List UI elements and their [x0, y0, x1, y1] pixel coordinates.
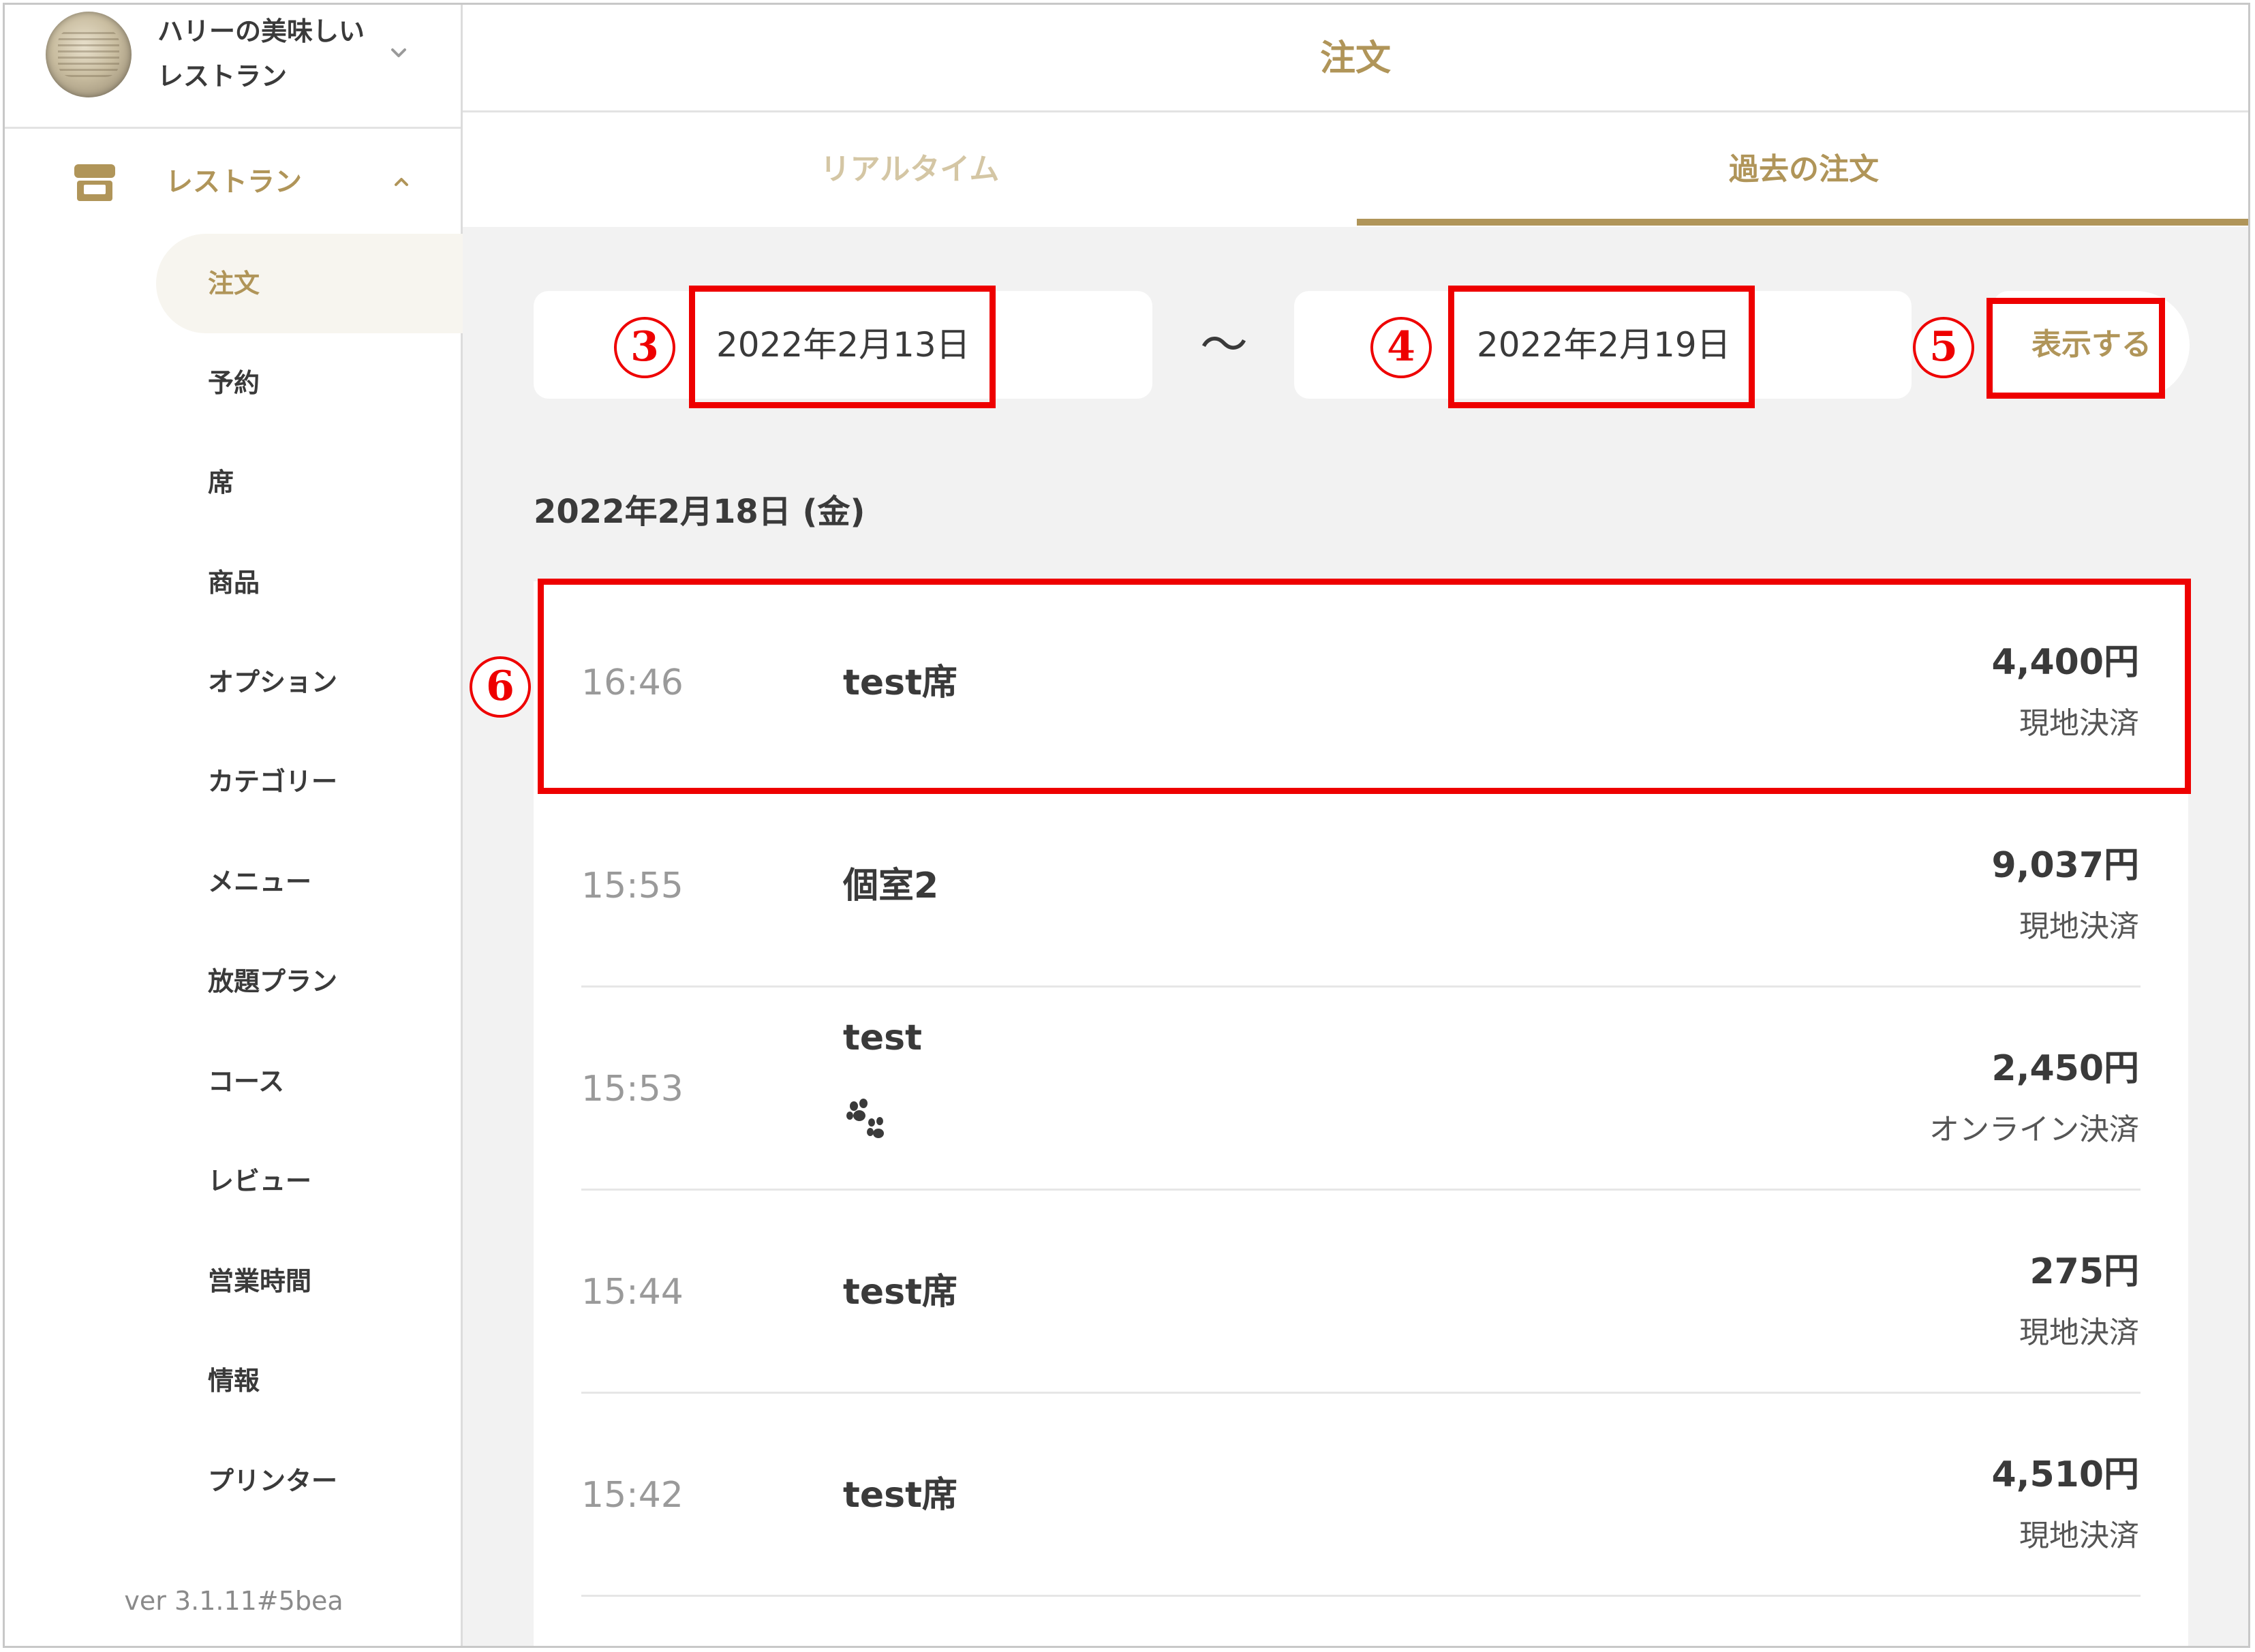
sidebar-item-business-hours[interactable]: 営業時間: [156, 1232, 463, 1331]
sidebar-item-label: 予約: [208, 368, 260, 398]
sidebar: ハリーの美味しいレストラン レストラン 注文 予約 席 商品 オプション カテゴ…: [5, 5, 463, 1646]
sidebar-item-printers[interactable]: プリンター: [156, 1431, 463, 1531]
order-time: 15:53: [581, 1069, 684, 1110]
order-payment: 現地決済: [2019, 909, 2139, 944]
app-version: ver 3.1.11#5bea: [124, 1586, 343, 1616]
order-row[interactable]: 15:53 test 2,450円 オンライン決済: [534, 988, 2188, 1191]
sidebar-item-courses[interactable]: コース: [156, 1032, 463, 1131]
active-tab-indicator: [1357, 219, 2248, 226]
order-amount: 275円: [2029, 1251, 2139, 1292]
order-seat: test席: [843, 1272, 957, 1313]
annotation-number-4: 4: [1370, 317, 1432, 378]
app-window: ハリーの美味しいレストラン レストラン 注文 予約 席 商品 オプション カテゴ…: [3, 3, 2250, 1648]
row-divider: [581, 1595, 2141, 1597]
sidebar-section-restaurant[interactable]: レストラン: [5, 155, 461, 211]
highlight-first-order: [538, 579, 2191, 794]
sidebar-item-categories[interactable]: カテゴリー: [156, 732, 463, 831]
store-icon: [74, 164, 115, 201]
highlight-show-button: [1986, 298, 2165, 399]
day-heading: 2022年2月18日 (金): [534, 493, 865, 531]
chevron-down-icon[interactable]: [390, 44, 407, 61]
sidebar-item-menu[interactable]: メニュー: [156, 832, 463, 932]
sidebar-item-label: 放題プラン: [208, 966, 338, 996]
order-seat: 個室2: [843, 866, 939, 906]
tab-past-orders[interactable]: 過去の注文: [1357, 112, 2248, 227]
sidebar-item-reservations[interactable]: 予約: [156, 333, 463, 433]
order-time: 15:42: [581, 1475, 684, 1516]
order-amount: 2,450円: [1991, 1048, 2139, 1089]
sidebar-item-label: プリンター: [208, 1466, 338, 1496]
tab-bar: リアルタイム 過去の注文: [463, 112, 2248, 227]
chevron-up-icon[interactable]: [393, 174, 410, 190]
order-row[interactable]: 15:42 test席 4,510円 現地決済: [534, 1394, 2188, 1597]
order-time: 15:44: [581, 1272, 684, 1313]
top-bar: 注文: [463, 5, 2248, 112]
restaurant-name: ハリーの美味しいレストラン: [157, 16, 365, 91]
sidebar-item-label: レビュー: [208, 1166, 312, 1196]
sidebar-item-label: 営業時間: [208, 1266, 312, 1296]
sidebar-item-orders[interactable]: 注文: [156, 234, 463, 333]
paw-icon: [846, 1099, 884, 1138]
sidebar-item-label: カテゴリー: [208, 767, 338, 797]
order-row[interactable]: 15:44 test席 275円 現地決済: [534, 1191, 2188, 1394]
sidebar-item-options[interactable]: オプション: [156, 632, 463, 732]
order-seat: test席: [843, 1475, 957, 1516]
sidebar-item-unlimited-plans[interactable]: 放題プラン: [156, 932, 463, 1031]
highlight-date-from: [689, 286, 996, 408]
restaurant-avatar: [46, 12, 132, 97]
annotation-number-3: 3: [614, 317, 675, 378]
annotation-number-5: 5: [1913, 317, 1974, 378]
tab-realtime[interactable]: リアルタイム: [463, 112, 1357, 227]
order-seat: test: [843, 1018, 922, 1058]
date-range-separator: ～: [1200, 317, 1248, 373]
sidebar-item-label: メニュー: [208, 867, 312, 897]
sidebar-item-reviews[interactable]: レビュー: [156, 1131, 463, 1231]
annotation-number-6: 6: [470, 656, 531, 718]
sidebar-item-label: オプション: [208, 667, 338, 697]
sidebar-item-label: 商品: [208, 568, 260, 598]
sidebar-item-label: 注文: [208, 269, 260, 299]
sidebar-item-seats[interactable]: 席: [156, 433, 463, 532]
order-payment: 現地決済: [2019, 1315, 2139, 1350]
sidebar-section-label: レストラン: [166, 166, 302, 198]
restaurant-switcher[interactable]: ハリーの美味しいレストラン: [5, 5, 461, 129]
main-content: 注文 リアルタイム 過去の注文 2022年2月13日 ～ 2022年2月19日 …: [463, 5, 2248, 1646]
sidebar-item-label: コース: [208, 1067, 285, 1097]
order-payment: 現地決済: [2019, 1518, 2139, 1553]
page-title: 注文: [1319, 38, 1391, 79]
highlight-date-to: [1448, 286, 1755, 408]
order-amount: 9,037円: [1991, 845, 2139, 886]
sidebar-item-products[interactable]: 商品: [156, 533, 463, 632]
order-payment: オンライン決済: [1929, 1112, 2139, 1147]
sidebar-item-label: 席: [208, 468, 234, 498]
order-amount: 4,510円: [1991, 1454, 2139, 1495]
sidebar-item-info[interactable]: 情報: [156, 1331, 463, 1431]
order-time: 15:55: [581, 866, 684, 906]
order-row[interactable]: 15:55 個室2 9,037円 現地決済: [534, 784, 2188, 988]
sidebar-item-label: 情報: [208, 1366, 260, 1396]
